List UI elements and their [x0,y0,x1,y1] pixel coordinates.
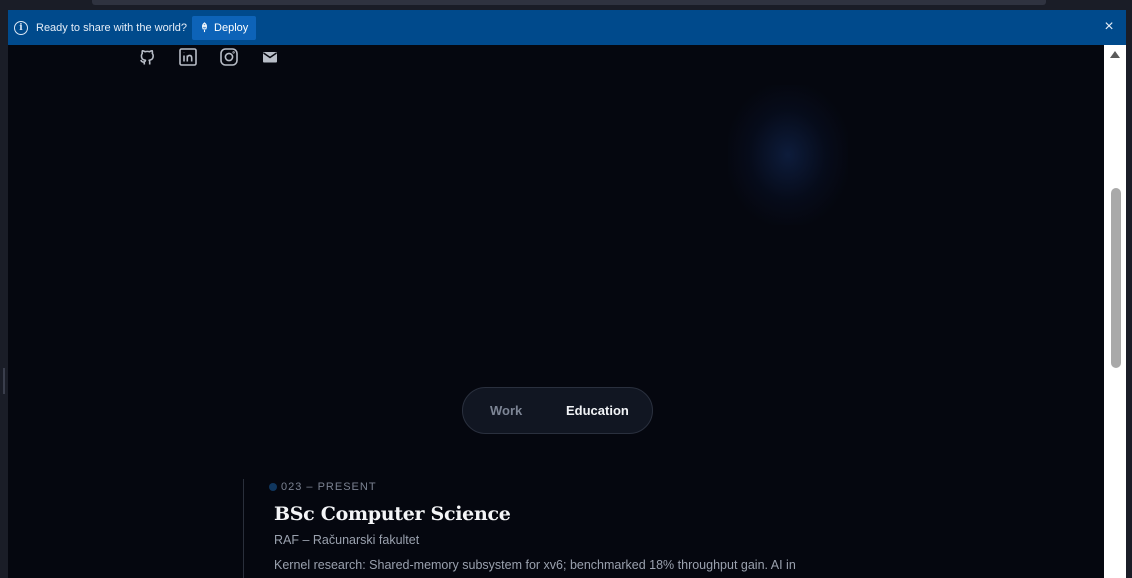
background-glow [728,85,848,225]
tab-work[interactable]: Work [490,403,522,418]
close-icon[interactable]: × [1102,19,1116,35]
editor-top-bar [0,0,1132,10]
entry-school: RAF – Računarski fakultet [274,533,420,547]
timeline-dot [269,483,277,491]
banner-message: Ready to share with the world? [36,21,188,34]
entry-description: Kernel research: Shared-memory subsystem… [274,558,796,572]
instagram-icon[interactable] [219,47,239,67]
editor-tab-strip [92,0,1046,5]
deploy-button[interactable]: Deploy [192,15,257,40]
editor-left-gutter [0,10,8,578]
info-icon: i [14,20,28,35]
entry-title: BSc Computer Science [274,503,511,525]
rocket-icon [202,22,207,33]
work-education-toggle: Work Education [462,387,653,434]
resize-handle[interactable] [3,368,5,394]
deploy-button-label: Deploy [214,21,249,34]
vertical-scrollbar[interactable] [1104,45,1126,578]
deploy-notification-banner: i Ready to share with the world? Deploy … [8,10,1126,45]
github-icon[interactable] [137,47,157,67]
scrollbar-thumb[interactable] [1111,188,1121,368]
tab-education[interactable]: Education [566,403,629,418]
mail-icon[interactable] [260,47,280,67]
entry-date: 023 – PRESENT [281,481,377,493]
social-links [137,47,280,67]
timeline-line [243,479,244,578]
editor-right-edge [1126,10,1132,578]
linkedin-icon[interactable] [178,47,198,67]
page-viewport: Work Education 023 – PRESENT BSc Compute… [8,45,1104,578]
scroll-up-arrow-icon[interactable] [1110,51,1120,58]
